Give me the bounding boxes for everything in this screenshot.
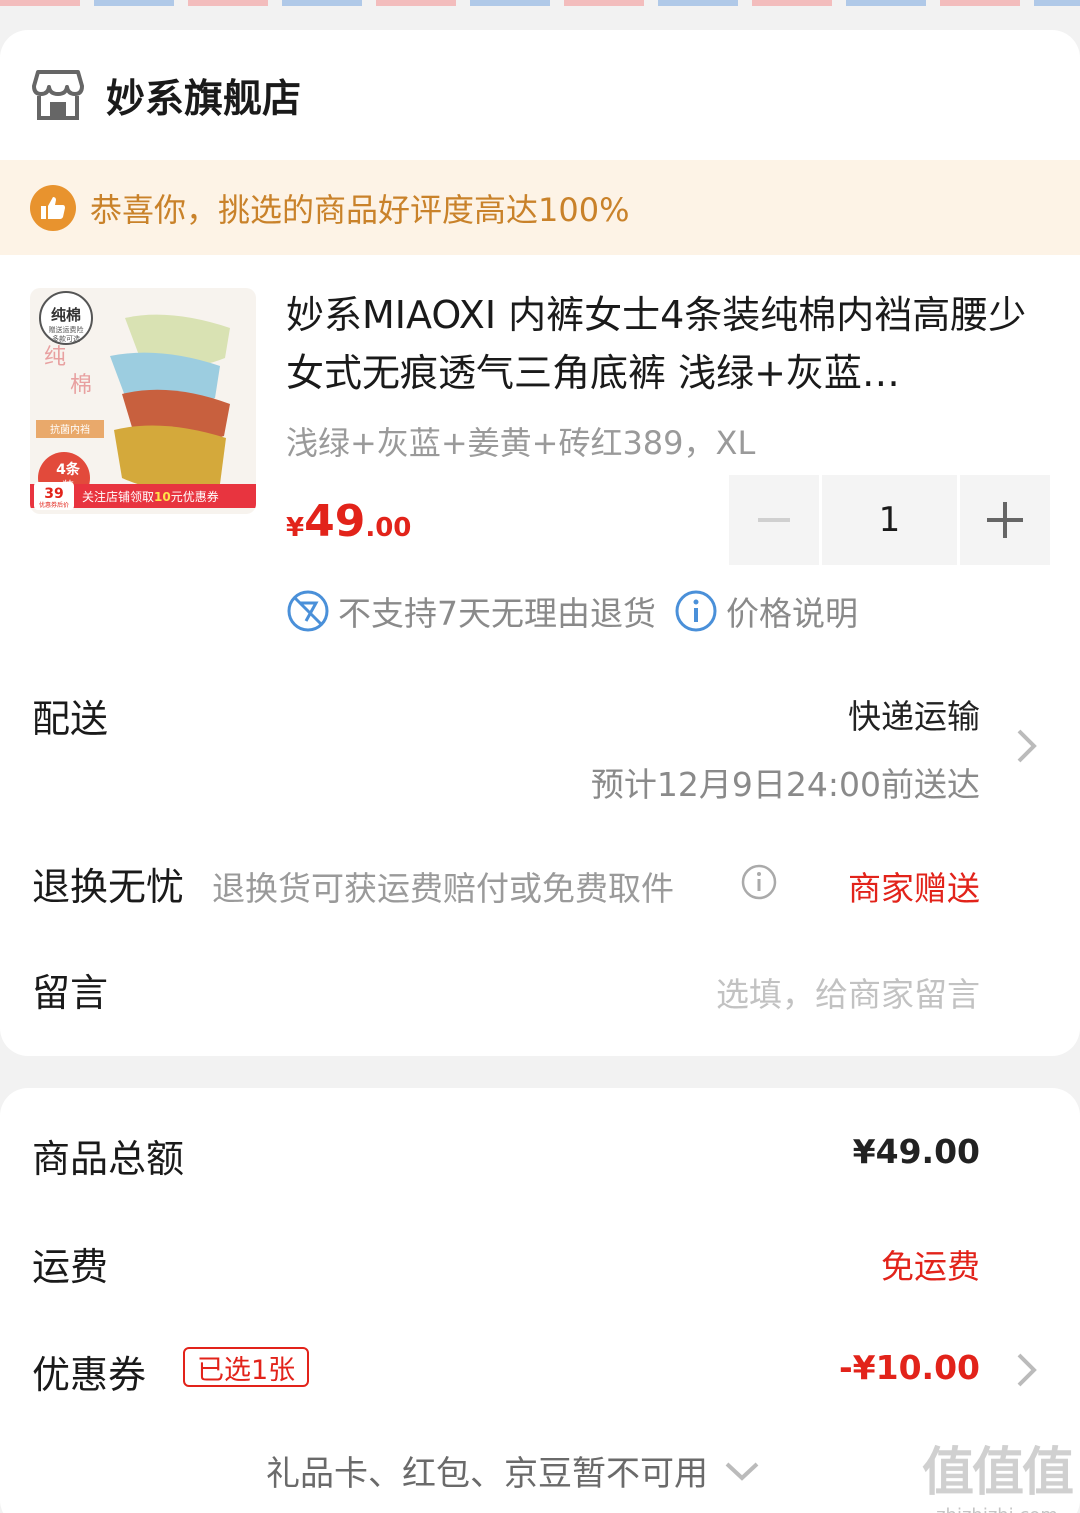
minus-icon <box>758 518 790 522</box>
rating-text: 恭喜你，挑选的商品好评度高达100% <box>90 190 630 229</box>
image-sticker-sub: 优惠券后价 <box>39 501 69 509</box>
price-currency: ¥ <box>286 513 305 543</box>
delivery-eta: 预计12月9日24:00前送达 <box>590 765 980 804</box>
delivery-chevron-right-icon[interactable] <box>1014 726 1040 766</box>
info-icon[interactable] <box>674 589 718 633</box>
total-value: ¥49.00 <box>852 1132 980 1171</box>
thumbs-up-icon <box>30 184 76 231</box>
image-char-2: 棉 <box>70 373 92 398</box>
returns-desc: 退换货可获运费赔付或免费取件 <box>212 869 674 908</box>
site-watermark: 值值值 zhizhizhi.com <box>921 1430 1074 1513</box>
delivery-label: 配送 <box>32 697 109 741</box>
price-integer: 49 <box>304 496 366 547</box>
price-info-link[interactable]: 价格说明 <box>726 587 858 635</box>
service-notices: 不支持7天无理由退货 价格说明 <box>286 588 858 634</box>
product-title[interactable]: 妙系MIAOXI 内裤女士4条装纯棉内裆高腰少女式无痕透气三角底裤 浅绿+灰蓝… <box>286 286 1046 402</box>
image-sticker-price: 39 <box>44 486 63 502</box>
decrease-button[interactable] <box>729 475 819 565</box>
watermark-logo: 值值值 <box>921 1443 1074 1503</box>
rating-banner: 恭喜你，挑选的商品好评度高达100% <box>0 160 1080 255</box>
image-strip-b: 元优惠券 <box>171 489 219 504</box>
total-label: 商品总额 <box>32 1137 185 1181</box>
increase-button[interactable] <box>960 475 1050 565</box>
product-image[interactable]: 纯棉 赠送运费险 多款可选 纯 棉 抗菌内裆 4条 装 39 优惠券后价 关注店… <box>30 288 256 514</box>
returns-info-icon[interactable] <box>740 863 778 901</box>
message-label: 留言 <box>32 971 109 1015</box>
image-badge-sub1: 赠送运费险 <box>49 325 84 334</box>
unavailable-toggle[interactable]: 礼品卡、红包、京豆暂不可用 <box>266 1446 762 1495</box>
no-return-text: 不支持7天无理由退货 <box>338 594 656 633</box>
coupon-label: 优惠券 <box>32 1353 147 1397</box>
product-spec[interactable]: 浅绿+灰蓝+姜黄+砖红389，XL <box>286 418 755 464</box>
shop-header[interactable]: 妙系旗舰店 <box>32 66 301 126</box>
shipping-label: 运费 <box>32 1245 109 1289</box>
unavailable-note: 礼品卡、红包、京豆暂不可用 <box>266 1454 708 1494</box>
envelope-stripe <box>0 0 1080 6</box>
coupon-value[interactable]: -¥10.00 <box>839 1348 980 1387</box>
price-decimal: .00 <box>365 513 412 543</box>
image-strip-a: 关注店铺领取 <box>82 489 154 504</box>
product-price: ¥49.00 <box>286 496 411 547</box>
chevron-down-icon <box>725 1462 759 1481</box>
watermark-url: zhizhizhi.com <box>922 1505 1072 1513</box>
image-badge-sub2: 多款可选 <box>52 334 80 343</box>
plus-icon <box>987 502 1023 538</box>
coupon-selected-badge: 已选1张 <box>183 1347 310 1387</box>
image-tag-text: 抗菌内裆 <box>50 423 90 436</box>
shipping-value: 免运费 <box>881 1247 980 1286</box>
image-badge-text: 纯棉 <box>51 306 81 324</box>
delivery-method[interactable]: 快递运输 <box>848 690 980 738</box>
image-strip-num: 10 <box>154 490 171 504</box>
coupon-chevron-right-icon[interactable] <box>1014 1350 1040 1390</box>
returns-label: 退换无忧 <box>32 865 185 909</box>
no-return-icon <box>287 590 329 632</box>
store-icon <box>32 70 84 120</box>
quantity-value[interactable]: 1 <box>822 475 957 565</box>
shop-name: 妙系旗舰店 <box>106 77 302 122</box>
quantity-stepper: 1 <box>729 475 1050 565</box>
svg-text:关注店铺领取10元优惠券: 关注店铺领取10元优惠券 <box>82 489 219 504</box>
returns-value: 商家赠送 <box>848 869 980 908</box>
image-char-1: 纯 <box>44 345 66 370</box>
image-count: 4条 <box>56 461 81 478</box>
order-card: 妙系旗舰店 恭喜你，挑选的商品好评度高达100% 纯棉 赠送运费险 多款可选 纯… <box>0 30 1080 1056</box>
message-input[interactable]: 选填，给商家留言 <box>716 968 980 1016</box>
